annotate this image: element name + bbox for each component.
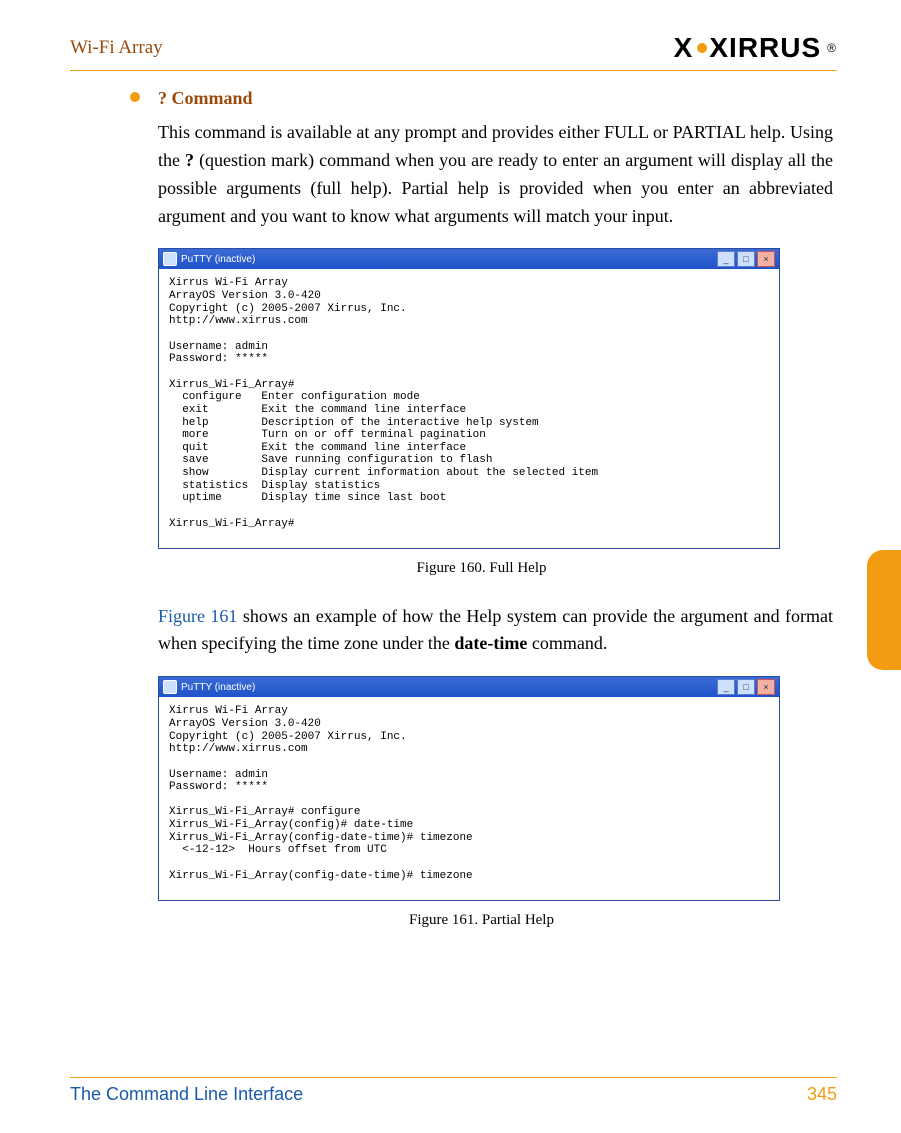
figure-161-link[interactable]: Figure 161 bbox=[158, 606, 237, 626]
logo-dot-icon bbox=[697, 43, 707, 53]
maximize-button[interactable]: □ bbox=[737, 679, 755, 695]
terminal-output: Xirrus Wi-Fi Array ArrayOS Version 3.0-4… bbox=[159, 697, 779, 900]
minimize-button[interactable]: _ bbox=[717, 679, 735, 695]
putty-window-partial-help: PuTTY (inactive) _ □ × Xirrus Wi-Fi Arra… bbox=[158, 676, 780, 901]
bullet-heading: ? Command bbox=[158, 85, 253, 113]
window-title: PuTTY (inactive) bbox=[181, 682, 255, 694]
registered-icon: ® bbox=[827, 41, 837, 55]
paragraph-2: Figure 161 shows an example of how the H… bbox=[158, 603, 833, 659]
bullet-icon bbox=[130, 92, 140, 102]
figure-160: PuTTY (inactive) _ □ × Xirrus Wi-Fi Arra… bbox=[158, 248, 833, 549]
footer-page-number: 345 bbox=[807, 1084, 837, 1105]
page-footer: The Command Line Interface 345 bbox=[70, 1077, 837, 1105]
bullet-heading-row: ? Command bbox=[130, 85, 833, 113]
para1-bold: ? bbox=[185, 150, 194, 170]
putty-icon bbox=[163, 252, 177, 266]
maximize-button[interactable]: □ bbox=[737, 251, 755, 267]
close-button[interactable]: × bbox=[757, 251, 775, 267]
figure-160-caption: Figure 160. Full Help bbox=[130, 557, 833, 580]
brand-text-1: X bbox=[674, 32, 694, 64]
brand-text-2: XIRRUS bbox=[709, 32, 821, 64]
para2-bold: date-time bbox=[454, 633, 527, 653]
minimize-button[interactable]: _ bbox=[717, 251, 735, 267]
putty-window-full-help: PuTTY (inactive) _ □ × Xirrus Wi-Fi Arra… bbox=[158, 248, 780, 549]
close-button[interactable]: × bbox=[757, 679, 775, 695]
header-title: Wi-Fi Array bbox=[70, 37, 163, 59]
para2-part-b: command. bbox=[527, 633, 607, 653]
paragraph-1: This command is available at any prompt … bbox=[158, 119, 833, 231]
page-header: Wi-Fi Array X XIRRUS ® bbox=[70, 28, 837, 68]
terminal-output: Xirrus Wi-Fi Array ArrayOS Version 3.0-4… bbox=[159, 269, 779, 548]
figure-161-caption: Figure 161. Partial Help bbox=[130, 909, 833, 932]
footer-section-title: The Command Line Interface bbox=[70, 1084, 303, 1105]
para1-part-c: (question mark) command when you are rea… bbox=[158, 150, 833, 226]
brand-logo: X XIRRUS ® bbox=[674, 32, 837, 64]
header-rule bbox=[70, 70, 837, 71]
figure-161: PuTTY (inactive) _ □ × Xirrus Wi-Fi Arra… bbox=[158, 676, 833, 901]
page-side-tab bbox=[867, 550, 901, 670]
window-title: PuTTY (inactive) bbox=[181, 254, 255, 266]
window-titlebar: PuTTY (inactive) _ □ × bbox=[159, 677, 779, 697]
window-titlebar: PuTTY (inactive) _ □ × bbox=[159, 249, 779, 269]
putty-icon bbox=[163, 680, 177, 694]
